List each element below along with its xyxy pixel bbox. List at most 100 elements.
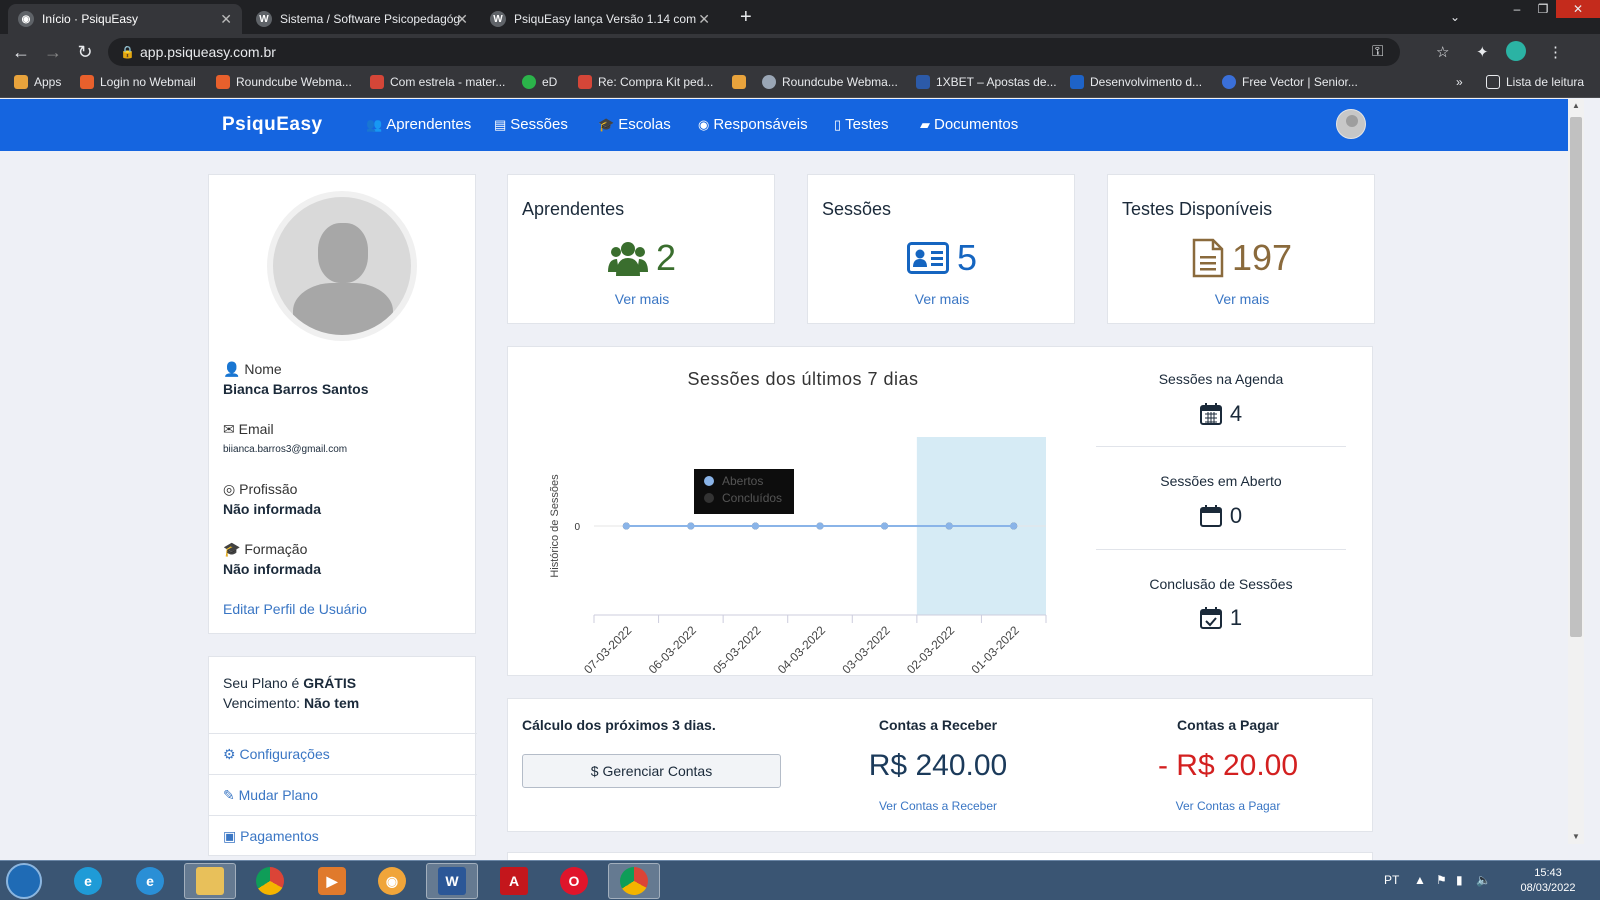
nav-aprendentes[interactable]: 👥 Aprendentes [366,116,471,133]
forward-icon[interactable]: → [42,41,64,63]
reading-list[interactable]: Lista de leitura [1486,75,1584,89]
profile-icon[interactable] [1506,41,1526,61]
stat-title: Sessões [822,199,892,219]
name-label: 👤 Nome [223,361,282,377]
taskbar-word[interactable]: W [426,863,478,899]
x-tick-label: 03-03-2022 [839,623,893,677]
bookmark[interactable]: Com estrela - mater... [370,75,505,89]
flag-icon[interactable]: ⚑ [1436,873,1447,887]
nav-responsaveis[interactable]: ◉ Responsáveis [698,116,808,133]
network-icon[interactable]: ▮ [1456,873,1463,887]
bookmark[interactable]: 1XBET – Apostas de... [916,75,1057,89]
close-tab-icon[interactable]: ✕ [698,11,710,28]
edit-profile-link[interactable]: Editar Perfil de Usuário [223,601,367,617]
name-value: Bianca Barros Santos [223,381,369,397]
bookmark[interactable]: Desenvolvimento d... [1070,75,1202,89]
stat-card-testes: Testes Disponíveis 197 Ver mais [1107,174,1375,324]
bookmark[interactable]: Roundcube Webma... [216,75,352,89]
brand-logo[interactable]: PsiquEasy [222,114,323,136]
taskbar-opera[interactable]: O [548,863,600,899]
language-indicator[interactable]: PT [1384,873,1399,887]
back-icon[interactable]: ← [10,41,32,63]
side-stat-value: 0 [1229,503,1243,528]
clock[interactable]: 15:43 08/03/2022 [1508,866,1588,896]
bookmarks-overflow-icon[interactable]: » [1456,75,1463,89]
receive-link[interactable]: Ver Contas a Receber [808,799,1068,813]
ed-icon [522,75,536,89]
tab-list-icon[interactable]: ⌄ [1442,8,1468,26]
settings-link[interactable]: ⚙ Configurações [209,733,477,774]
vpn-icon: ◉ [378,867,406,895]
bookmark[interactable]: Free Vector | Senior... [1222,75,1358,89]
freepik-icon [1222,75,1236,89]
scroll-thumb[interactable] [1570,117,1582,637]
new-tab-icon[interactable]: + [740,6,752,29]
taskbar-app[interactable]: ◉ [366,863,418,899]
taskbar-edge[interactable]: e [62,863,114,899]
tab-title: Sistema / Software Psicopedagóg [280,12,461,26]
page-scrollbar[interactable]: ▲ ▼ [1568,99,1584,844]
nav-testes[interactable]: ▯ Testes [834,116,889,133]
bookmark[interactable]: Re: Compra Kit ped... [578,75,713,89]
pay-link[interactable]: Ver Contas a Pagar [1098,799,1358,813]
see-more-link[interactable]: Ver mais [1108,291,1376,307]
bookmark[interactable]: eD [522,75,557,89]
file-icon: ▯ [834,116,842,132]
gmail-icon [370,75,384,89]
bookmark[interactable]: Login no Webmail [80,75,196,89]
user-avatar[interactable] [1336,109,1366,139]
maximize-icon[interactable]: ❐ [1530,0,1556,18]
scroll-up-icon[interactable]: ▲ [1568,99,1584,113]
payments-link[interactable]: ▣ Pagamentos [209,815,477,856]
taskbar-chrome-active[interactable] [608,863,660,899]
nav-documentos[interactable]: ▰ Documentos [920,116,1018,133]
taskbar-ie[interactable]: e [124,863,176,899]
side-stat-title: Conclusão de Sessões [1149,576,1293,592]
x-tick-label: 06-03-2022 [646,623,700,677]
x-tick-label: 04-03-2022 [775,623,829,677]
divider [1096,446,1346,447]
taskbar-media[interactable]: ▶ [306,863,358,899]
browser-tab[interactable]: W Sistema / Software Psicopedagóg ✕ [246,4,478,34]
book-icon: ▰ [920,116,930,132]
tab-title: PsiquEasy lança Versão 1.14 com [514,12,697,26]
volume-icon[interactable]: 🔈 [1476,873,1491,887]
menu-icon[interactable]: ⋮ [1548,43,1563,61]
change-plan-link[interactable]: ✎ Mudar Plano [209,774,477,815]
minimize-icon[interactable]: – [1504,0,1530,18]
bookmarks-bar: Apps Login no Webmail Roundcube Webma...… [0,70,1600,98]
close-tab-icon[interactable]: ✕ [456,11,468,28]
bookmark-apps[interactable]: Apps [14,75,61,89]
extensions-icon[interactable]: ✦ [1476,43,1489,61]
data-point [751,522,759,530]
nav-sessoes[interactable]: ▤ Sessões [494,116,568,133]
nav-escolas[interactable]: 🎓 Escolas [598,116,671,133]
manage-accounts-button[interactable]: $ Gerenciar Contas [522,754,781,788]
cpanel-icon [216,75,230,89]
edge-icon: e [74,867,102,895]
expiry-value: Não tem [303,695,360,711]
scroll-down-icon[interactable]: ▼ [1568,830,1584,844]
tray-expand-icon[interactable]: ▲ [1414,873,1426,887]
users-icon: 👥 [366,116,383,132]
reload-icon[interactable]: ↻ [74,41,96,63]
bookmark[interactable] [732,75,752,89]
url-input[interactable]: 🔒 app.psiqueasy.com.br [108,38,1400,66]
key-icon[interactable]: ⚿ [1372,43,1383,60]
taskbar-acrobat[interactable]: A [488,863,540,899]
profession-value: Não informada [223,501,322,517]
start-button[interactable] [6,863,42,899]
x-tick-label: 05-03-2022 [710,623,764,677]
users-icon [607,242,648,276]
see-more-link[interactable]: Ver mais [508,291,776,307]
finance-card: Cálculo dos próximos 3 dias. $ Gerenciar… [507,698,1373,832]
see-more-link[interactable]: Ver mais [808,291,1076,307]
close-window-icon[interactable]: ✕ [1556,0,1600,18]
taskbar-chrome[interactable] [244,863,296,899]
star-icon[interactable]: ☆ [1436,43,1449,61]
close-tab-icon[interactable]: ✕ [220,11,232,28]
browser-tab[interactable]: W PsiquEasy lança Versão 1.14 com ✕ [480,4,720,34]
browser-tab[interactable]: ◉ Início · PsiquEasy ✕ [8,4,242,34]
taskbar-explorer[interactable] [184,863,236,899]
bookmark[interactable]: Roundcube Webma... [762,75,898,89]
